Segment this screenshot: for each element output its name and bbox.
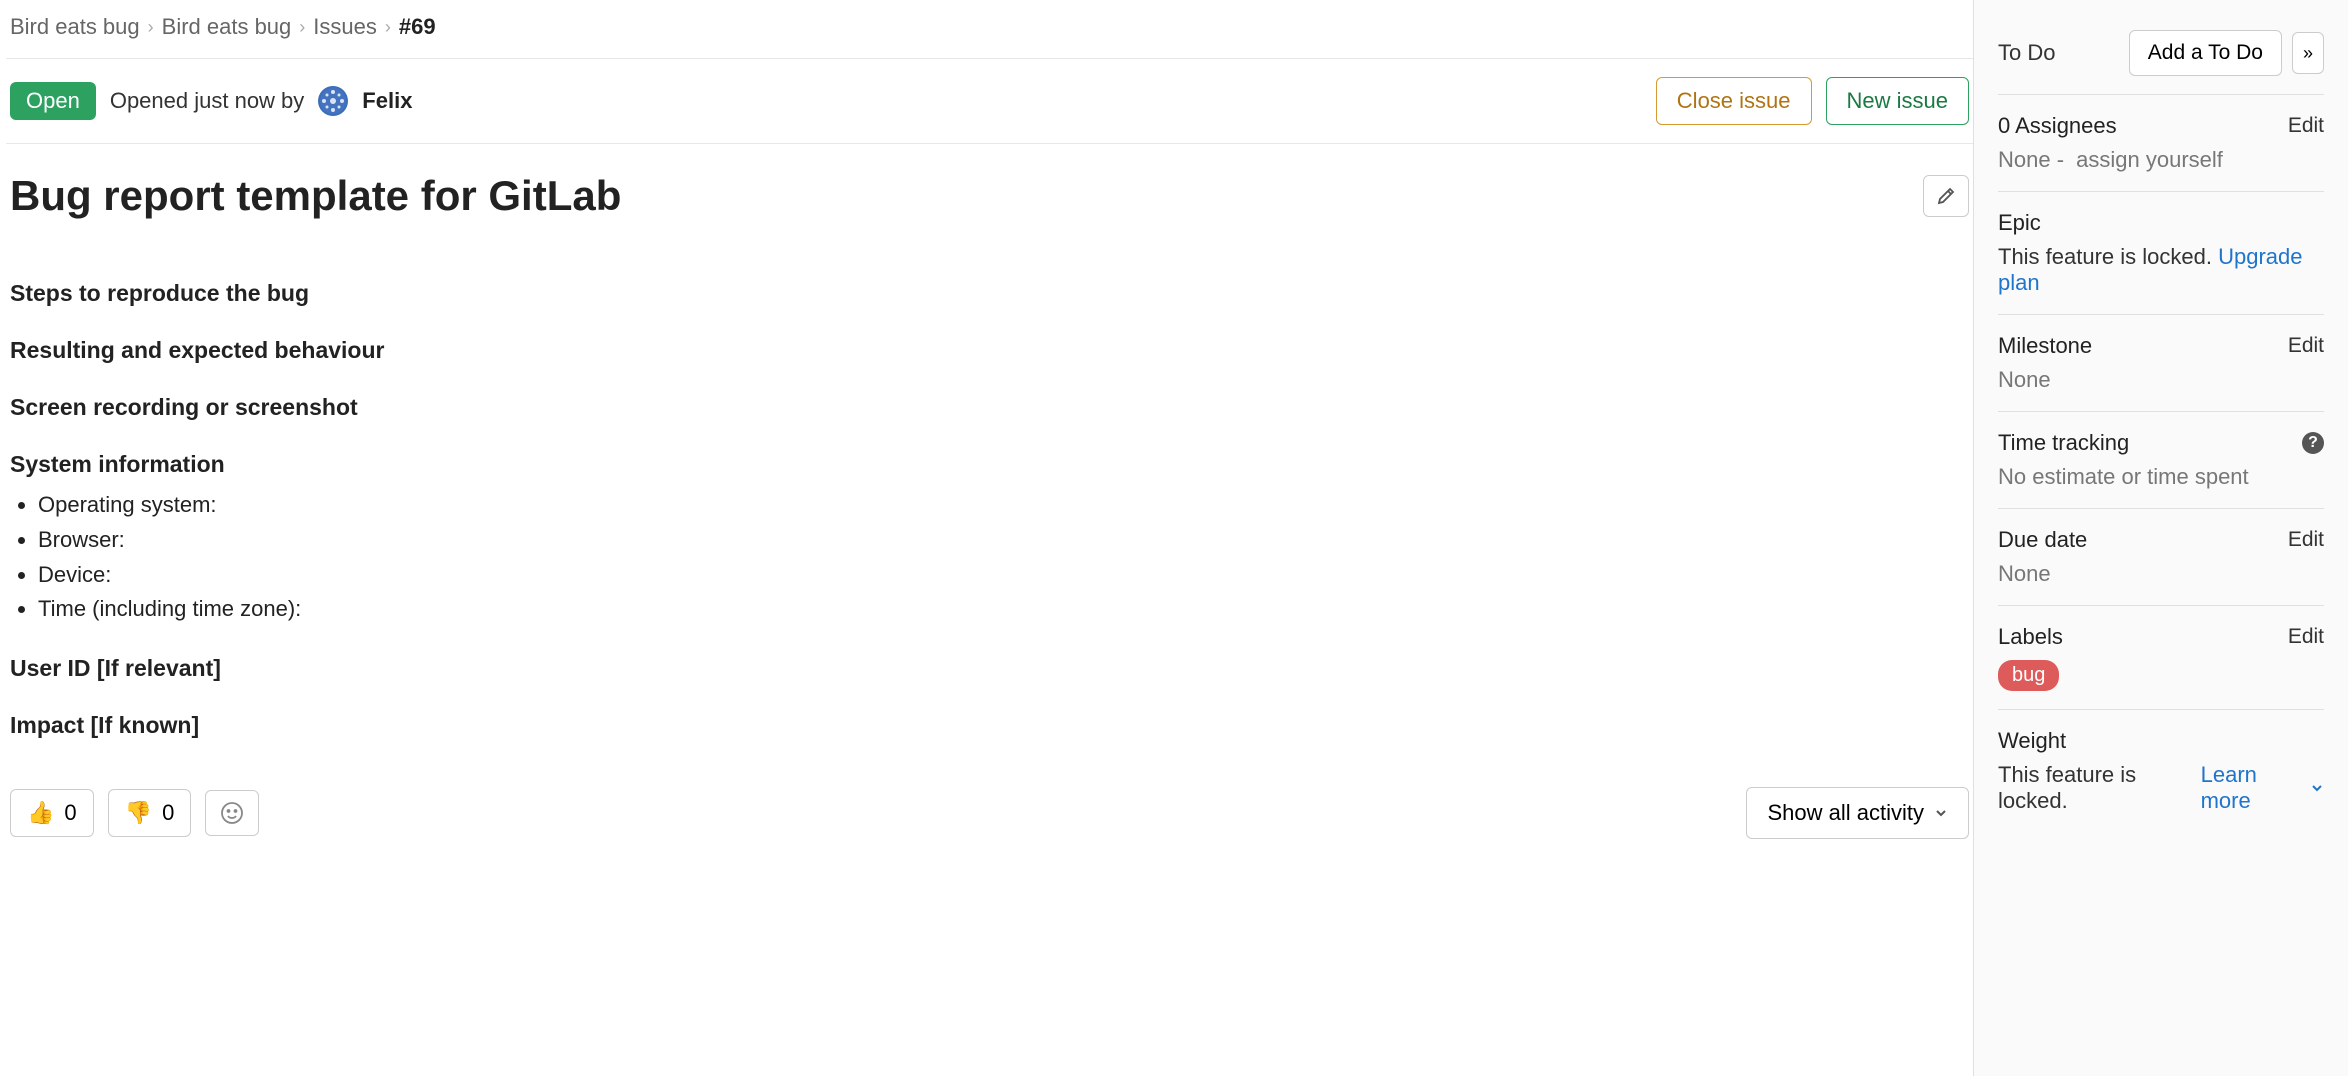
- milestone-value: None: [1998, 367, 2324, 393]
- weight-locked-text: This feature is locked.: [1998, 762, 2195, 814]
- activity-dropdown[interactable]: Show all activity: [1746, 787, 1969, 839]
- milestone-edit[interactable]: Edit: [2288, 334, 2324, 358]
- chevron-down-icon: [1934, 806, 1948, 820]
- labels-title: Labels: [1998, 624, 2063, 650]
- breadcrumb-group[interactable]: Bird eats bug: [10, 14, 140, 40]
- thumbs-down-count: 0: [162, 800, 174, 826]
- pencil-icon: [1936, 186, 1956, 206]
- epic-locked-text: This feature is locked.: [1998, 244, 2212, 269]
- opened-text: Opened just now by: [110, 88, 304, 114]
- time-tracking-value: No estimate or time spent: [1998, 464, 2324, 490]
- list-item: Device:: [38, 560, 1969, 591]
- add-todo-button[interactable]: Add a To Do: [2129, 30, 2282, 76]
- smiley-icon: [220, 801, 244, 825]
- assignees-none: None -: [1998, 147, 2064, 172]
- assignees-edit[interactable]: Edit: [2288, 114, 2324, 138]
- author-link[interactable]: Felix: [362, 88, 412, 114]
- thumbs-up-count: 0: [64, 800, 76, 826]
- list-item: Time (including time zone):: [38, 594, 1969, 625]
- labels-edit[interactable]: Edit: [2288, 625, 2324, 649]
- body-heading: Steps to reproduce the bug: [10, 280, 1969, 307]
- milestone-title: Milestone: [1998, 333, 2092, 359]
- help-icon[interactable]: ?: [2302, 432, 2324, 454]
- activity-dropdown-label: Show all activity: [1767, 800, 1924, 826]
- learn-more-link[interactable]: Learn more: [2201, 762, 2304, 814]
- due-date-value: None: [1998, 561, 2324, 587]
- body-heading: Impact [If known]: [10, 712, 1969, 739]
- breadcrumb-section[interactable]: Issues: [313, 14, 377, 40]
- close-issue-button[interactable]: Close issue: [1656, 77, 1812, 125]
- chevron-right-icon: ›: [148, 17, 154, 38]
- assignees-title: 0 Assignees: [1998, 113, 2117, 139]
- chevron-down-icon: [2310, 781, 2324, 795]
- due-date-edit[interactable]: Edit: [2288, 528, 2324, 552]
- chevron-right-icon: ›: [385, 17, 391, 38]
- new-issue-button[interactable]: New issue: [1826, 77, 1969, 125]
- breadcrumb-current: #69: [399, 14, 436, 40]
- body-heading: Screen recording or screenshot: [10, 394, 1969, 421]
- sidebar: To Do Add a To Do » 0 Assignees Edit Non…: [1973, 0, 2348, 1076]
- time-tracking-title: Time tracking: [1998, 430, 2129, 456]
- thumbs-down-icon: 👎: [125, 800, 152, 826]
- chevron-right-icon: ›: [299, 17, 305, 38]
- breadcrumb: Bird eats bug › Bird eats bug › Issues ›…: [6, 0, 1973, 59]
- label-badge-bug[interactable]: bug: [1998, 660, 2059, 691]
- footer-row: 👍 0 👎 0 Show all activity: [6, 779, 1973, 839]
- issue-title: Bug report template for GitLab: [10, 172, 621, 220]
- epic-title: Epic: [1998, 210, 2041, 236]
- chevron-double-right-icon: »: [2303, 43, 2313, 64]
- thumbs-up-button[interactable]: 👍 0: [10, 789, 94, 837]
- thumbs-down-button[interactable]: 👎 0: [108, 789, 192, 837]
- body-heading: System information: [10, 451, 1969, 478]
- list-item: Operating system:: [38, 490, 1969, 521]
- assign-yourself-link[interactable]: assign yourself: [2076, 147, 2223, 172]
- body-heading: User ID [If relevant]: [10, 655, 1969, 682]
- list-item: Browser:: [38, 525, 1969, 556]
- avatar[interactable]: [318, 86, 348, 116]
- thumbs-up-icon: 👍: [27, 800, 54, 826]
- due-date-title: Due date: [1998, 527, 2087, 553]
- todo-label: To Do: [1998, 40, 2055, 66]
- weight-title: Weight: [1998, 728, 2066, 754]
- status-badge: Open: [10, 82, 96, 120]
- collapse-sidebar-button[interactable]: »: [2292, 32, 2324, 74]
- status-row: Open Opened just now by Felix Close issu…: [6, 59, 1973, 144]
- body-heading: Resulting and expected behaviour: [10, 337, 1969, 364]
- breadcrumb-project[interactable]: Bird eats bug: [162, 14, 292, 40]
- edit-title-button[interactable]: [1923, 175, 1969, 217]
- issue-body: Steps to reproduce the bug Resulting and…: [6, 230, 1973, 743]
- add-reaction-button[interactable]: [205, 790, 259, 836]
